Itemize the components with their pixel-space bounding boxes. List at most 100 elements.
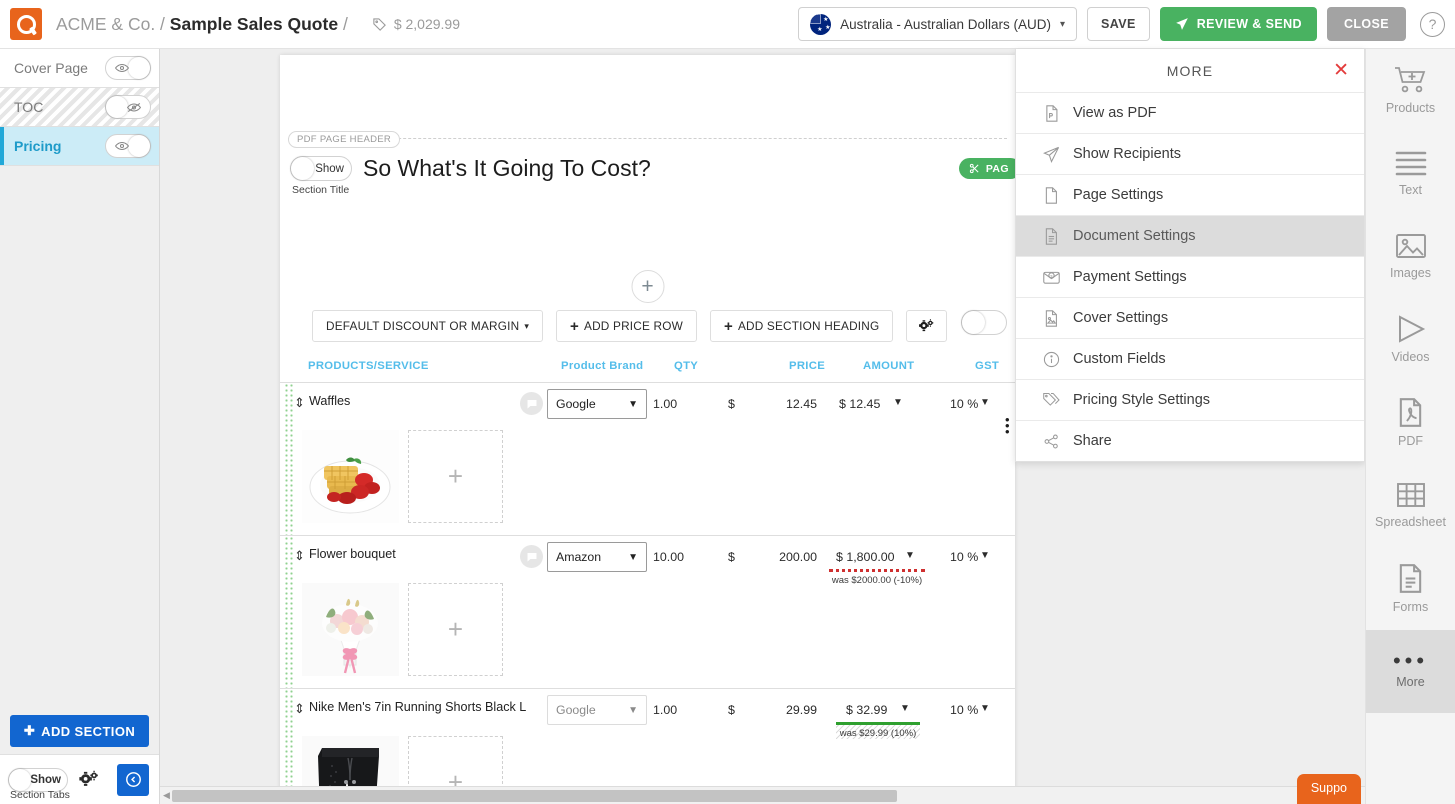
add-section-heading-button[interactable]: + ADD SECTION HEADING (710, 310, 893, 342)
gst-value[interactable]: 10 % (950, 397, 978, 411)
toolbar-item-products[interactable]: Products (1366, 49, 1455, 132)
sidebar-footer: Show Section Tabs (0, 754, 159, 804)
toolbar-item-images[interactable]: Images (1366, 215, 1455, 298)
currency-selector[interactable]: ★ ★ ★ Australia - Australian Dollars (AU… (798, 7, 1077, 41)
product-brand-select[interactable]: Amazon ▼ (547, 542, 647, 572)
toolbar-item-videos[interactable]: Videos (1366, 298, 1455, 381)
add-image-placeholder[interactable]: + (408, 430, 503, 523)
menu-item-pricing-style-settings[interactable]: Pricing Style Settings (1016, 379, 1364, 420)
scissors-icon (969, 163, 980, 174)
product-name[interactable]: Nike Men's 7in Running Shorts Black L (309, 700, 526, 714)
amount-value[interactable]: $ 1,800.00 (836, 550, 895, 564)
currency-label: Australia - Australian Dollars (AUD) (840, 17, 1051, 32)
menu-item-custom-fields[interactable]: Custom Fields (1016, 338, 1364, 379)
product-name[interactable]: Flower bouquet (309, 547, 396, 561)
section-title-show-toggle[interactable]: Show (290, 156, 352, 181)
section-tabs-toggle[interactable]: Show (8, 768, 68, 792)
menu-item-page-settings[interactable]: Page Settings (1016, 174, 1364, 215)
chevron-down-icon[interactable]: ▼ (980, 397, 990, 408)
add-section-button[interactable]: ✚ ADD SECTION (10, 715, 149, 747)
scrollbar-thumb[interactable] (172, 790, 897, 802)
breadcrumb-doc-name[interactable]: Sample Sales Quote (170, 14, 338, 34)
menu-item-payment-settings[interactable]: $ Payment Settings (1016, 256, 1364, 297)
row-drag-handle-icon[interactable]: ⇕ (294, 395, 305, 411)
page-break-badge[interactable]: PAG (959, 158, 1021, 179)
product-brand-select[interactable]: Google ▼ (547, 389, 647, 419)
cover-page-visibility-toggle[interactable] (105, 56, 151, 80)
sidebar-item-pricing[interactable]: Pricing (0, 127, 159, 166)
chevron-down-icon[interactable]: ▼ (980, 703, 990, 714)
product-name[interactable]: Waffles (309, 394, 350, 408)
toc-visibility-toggle[interactable] (105, 95, 151, 119)
row-drag-handle-icon[interactable]: ⇕ (294, 548, 305, 564)
chevron-down-icon[interactable]: ▼ (893, 397, 903, 408)
menu-item-share[interactable]: Share (1016, 420, 1364, 461)
product-brand-select[interactable]: Google ▼ (547, 695, 647, 725)
chevron-down-icon[interactable]: ▼ (900, 703, 910, 714)
comment-icon[interactable] (520, 392, 543, 415)
row-drag-zone[interactable] (284, 536, 294, 688)
toolbar-item-label: Images (1390, 266, 1431, 280)
qty-value[interactable]: 1.00 (653, 703, 677, 717)
support-tab[interactable]: Suppo (1297, 774, 1361, 804)
page-icon (1042, 186, 1060, 204)
amount-value[interactable]: $ 32.99 (846, 703, 887, 717)
close-icon[interactable]: ✕ (1333, 59, 1349, 82)
qty-value[interactable]: 1.00 (653, 397, 677, 411)
menu-item-document-settings[interactable]: Document Settings (1016, 215, 1364, 256)
collapse-sidebar-button[interactable] (117, 764, 149, 796)
toolbar-item-more[interactable]: ••• More (1366, 630, 1455, 713)
amount-value[interactable]: $ 12.45 (839, 397, 880, 411)
row-drag-zone[interactable] (284, 689, 294, 798)
product-brand-value: Google (556, 703, 596, 717)
save-button[interactable]: SAVE (1087, 7, 1150, 41)
toolbar-item-forms[interactable]: Forms (1366, 547, 1455, 630)
acme-logo-icon[interactable] (10, 8, 42, 40)
ellipsis-icon: ••• (1393, 654, 1428, 668)
breadcrumb-company[interactable]: ACME & Co. / (56, 14, 165, 34)
menu-item-label: View as PDF (1073, 105, 1157, 121)
settings-gears-icon[interactable] (78, 770, 100, 790)
column-products-service: PRODUCTS/SERVICE (308, 360, 429, 372)
price-value[interactable]: 29.99 (742, 703, 817, 717)
more-panel-drag-handle[interactable]: ••• (1005, 417, 1010, 435)
review-and-send-button[interactable]: REVIEW & SEND (1160, 7, 1317, 41)
waffles-image[interactable] (302, 430, 399, 523)
menu-item-cover-settings[interactable]: Cover Settings (1016, 297, 1364, 338)
gst-value[interactable]: 10 % (950, 703, 978, 717)
price-value[interactable]: 12.45 (742, 397, 817, 411)
top-bar: ACME & Co. / Sample Sales Quote / $ 2,02… (0, 0, 1455, 49)
qty-value[interactable]: 10.00 (653, 550, 684, 564)
gst-value[interactable]: 10 % (950, 550, 978, 564)
flower-bouquet-image[interactable] (302, 583, 399, 676)
horizontal-scrollbar[interactable]: ◀ (160, 786, 1365, 804)
sidebar-item-toc[interactable]: TOC (0, 88, 159, 127)
toolbar-item-label: Products (1386, 101, 1435, 115)
help-icon[interactable]: ? (1420, 12, 1445, 37)
price-value[interactable]: 200.00 (742, 550, 817, 564)
sidebar-item-cover-page[interactable]: Cover Page (0, 49, 159, 88)
add-price-row-button[interactable]: + ADD PRICE ROW (556, 310, 697, 342)
menu-item-view-as-pdf[interactable]: View as PDF (1016, 92, 1364, 133)
pricing-settings-button[interactable] (906, 310, 947, 342)
section-title[interactable]: So What's It Going To Cost? (363, 155, 651, 182)
section-tabs-toggle-label: Show (30, 774, 61, 786)
lines-icon (1395, 150, 1427, 176)
row-drag-handle-icon[interactable]: ⇕ (294, 701, 305, 717)
default-discount-or-margin-dropdown[interactable]: DEFAULT DISCOUNT OR MARGIN ▾ (312, 310, 543, 342)
add-image-placeholder[interactable]: + (408, 583, 503, 676)
chevron-down-icon[interactable]: ▼ (980, 550, 990, 561)
toolbar-item-text[interactable]: Text (1366, 132, 1455, 215)
pricing-visibility-toggle[interactable] (105, 134, 151, 158)
scroll-left-arrow-icon[interactable]: ◀ (163, 790, 170, 801)
toolbar-item-pdf[interactable]: PDF (1366, 381, 1455, 464)
chevron-down-icon[interactable]: ▼ (905, 550, 915, 561)
close-button[interactable]: CLOSE (1327, 7, 1406, 41)
pricing-visibility-toggle-row[interactable] (961, 310, 1007, 335)
add-content-button[interactable]: + (631, 270, 664, 303)
toolbar-item-spreadsheet[interactable]: Spreadsheet (1366, 464, 1455, 547)
page-break-label: PAG (986, 163, 1009, 175)
row-drag-zone[interactable] (284, 383, 294, 535)
menu-item-show-recipients[interactable]: Show Recipients (1016, 133, 1364, 174)
comment-icon[interactable] (520, 545, 543, 568)
